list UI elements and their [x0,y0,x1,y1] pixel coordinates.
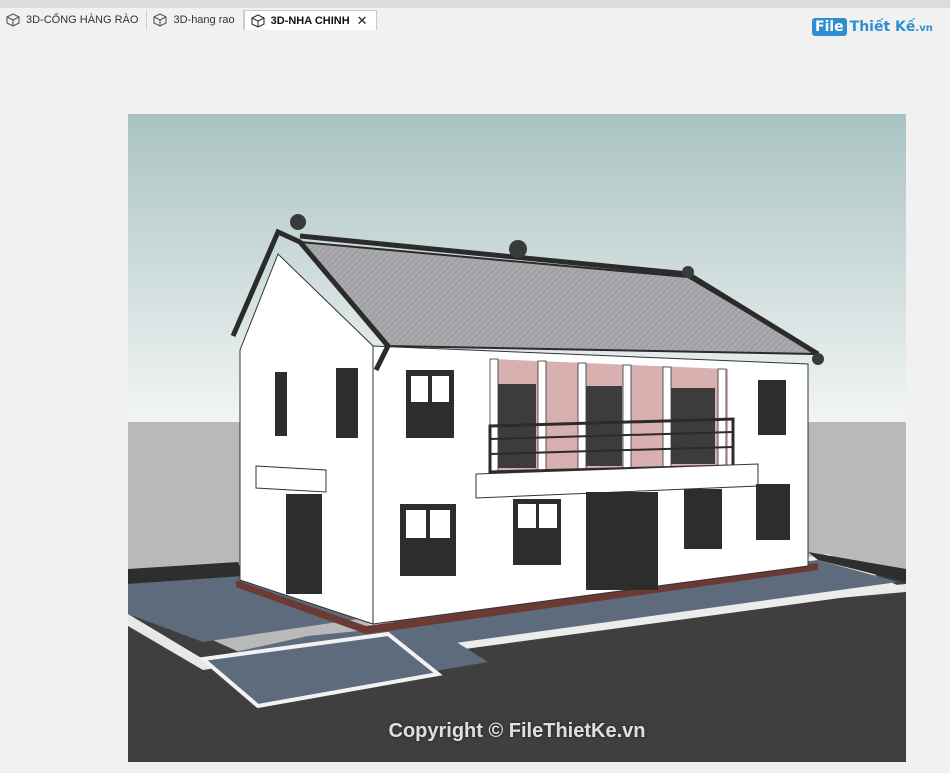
veranda-door [586,386,622,466]
site-logo: File Thiết Kế.vn [812,16,933,38]
tab-label: 3D-hang rao [173,14,235,26]
window [275,372,287,436]
tab-list: 3D-CỔNG HÀNG RÀO 3D-hang rao 3D-NHA CHIN… [0,10,377,30]
window-pane [539,504,557,528]
window [336,368,358,438]
logo-text-main: Thiết Kế [849,19,916,35]
3d-view-icon [6,13,20,27]
side-door [286,494,322,594]
main-door [586,492,658,590]
side-canopy [255,465,327,493]
view-tab-bar: 3D-CỔNG HÀNG RÀO 3D-hang rao 3D-NHA CHIN… [0,0,950,30]
veranda-column [537,360,547,480]
3d-model-render [128,114,906,762]
ridge-ornament [682,266,694,278]
tab-label: 3D-NHA CHINH [270,14,350,27]
veranda-column [577,362,587,479]
window-pane [432,376,449,402]
logo-text: Thiết Kế.vn [850,19,933,35]
copyright-watermark: Copyright © FileThietKe.vn [388,720,646,742]
window [758,380,786,435]
tab-bar-top-strip [0,0,950,8]
tab-3d-nha-chinh[interactable]: 3D-NHA CHINH ✕ [243,10,377,30]
3d-view-icon [153,13,168,27]
window-pane [411,376,428,402]
window [756,484,790,540]
window-pane [430,510,450,538]
close-tab-icon[interactable]: ✕ [357,14,368,27]
logo-badge: File [812,18,847,36]
window-pane [518,504,536,528]
ridge-ornament [290,214,306,230]
tab-label: 3D-CỔNG HÀNG RÀO [26,14,139,26]
window-pane [406,510,426,538]
ridge-ornament [812,353,824,365]
veranda-door [671,388,715,464]
tab-3d-cong-hang-rao[interactable]: 3D-CỔNG HÀNG RÀO [0,10,148,30]
window [684,489,722,549]
3d-view-icon [251,13,265,28]
3d-viewport[interactable]: Copyright © FileThietKe.vn [128,114,906,762]
tab-3d-hang-rao[interactable]: 3D-hang rao [147,10,244,30]
veranda-column [717,368,727,477]
logo-suffix: .vn [915,23,933,34]
ridge-ornament [509,240,527,258]
